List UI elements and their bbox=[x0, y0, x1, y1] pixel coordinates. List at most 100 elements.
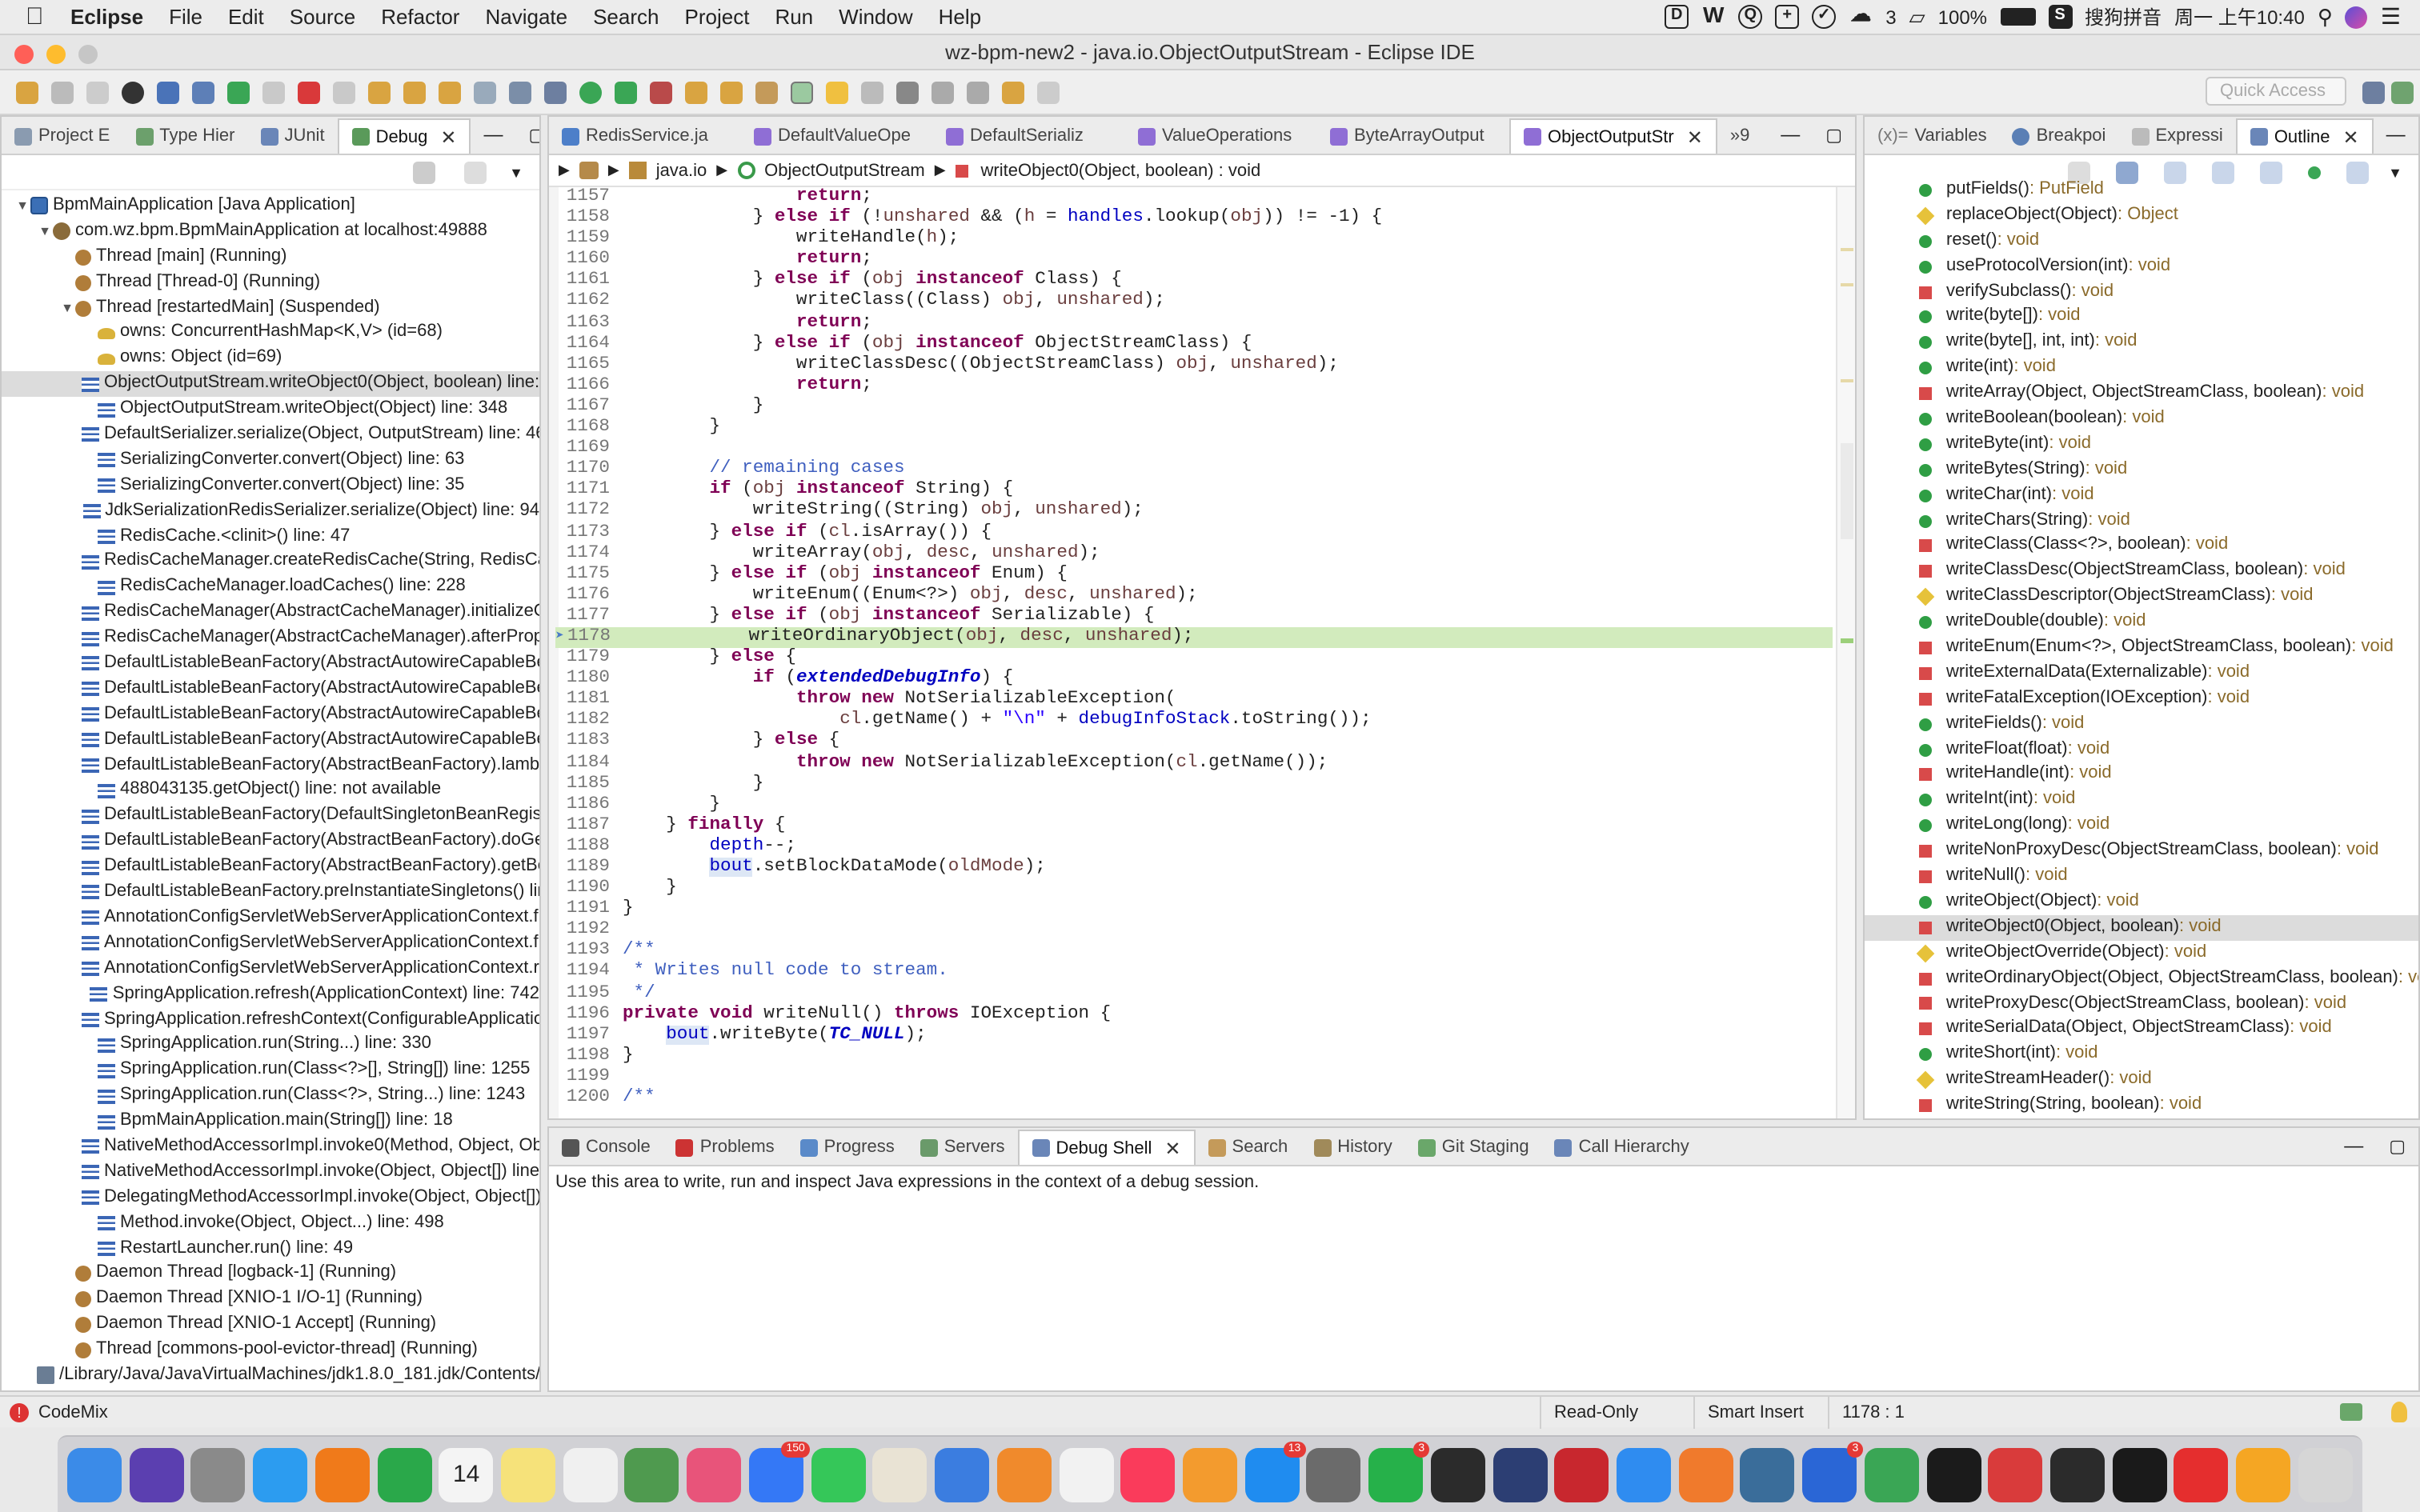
debug-tree-node[interactable]: RedisCacheManager.loadCaches() line: 228 bbox=[2, 575, 539, 601]
debug-tree-node[interactable]: RedisCache.<clinit>() line: 47 bbox=[2, 524, 539, 550]
outline-item[interactable]: writeFields() : void bbox=[1865, 711, 2418, 737]
debug-tree-node[interactable]: ▼ Thread [restartedMain] (Suspended) bbox=[2, 295, 539, 321]
show-whitespace-icon[interactable] bbox=[861, 81, 883, 103]
source-code[interactable]: 1157 return; 1158 } else if (!unshared &&… bbox=[555, 187, 1833, 1109]
outline-item[interactable]: writeClassDescriptor(ObjectStreamClass) … bbox=[1865, 585, 2418, 610]
code-line[interactable]: 1196 private void writeNull() throws IOEx… bbox=[555, 1004, 1833, 1025]
search-toolbar-icon[interactable] bbox=[755, 81, 778, 103]
close-icon[interactable]: ✕ bbox=[2343, 119, 2359, 154]
editor-tab[interactable]: DefaultValueOpe bbox=[741, 118, 933, 154]
debug-tree-node[interactable]: Method.invoke(Object, Object...) line: 4… bbox=[2, 1210, 539, 1236]
outline-item[interactable]: writeString(String, boolean) : void bbox=[1865, 1093, 2418, 1118]
dock-app-icon[interactable] bbox=[2050, 1447, 2105, 1502]
cursor-position[interactable]: 1178 : 1 bbox=[1828, 1397, 1988, 1429]
editor-tab[interactable]: DefaultSerializ bbox=[933, 118, 1125, 154]
bottom-tab-console[interactable]: Console bbox=[549, 1130, 663, 1165]
debug-tree-node[interactable]: DefaultListableBeanFactory(AbstractAutow… bbox=[2, 702, 539, 728]
dock-app-icon[interactable] bbox=[624, 1447, 679, 1502]
codemix-label[interactable]: CodeMix bbox=[38, 1397, 108, 1429]
open-type-icon[interactable] bbox=[685, 81, 707, 103]
code-line[interactable]: 1165 writeClassDesc((ObjectStreamClass) … bbox=[555, 355, 1833, 376]
code-line[interactable]: 1183 } else { bbox=[555, 732, 1833, 753]
minimize-icon[interactable]: — bbox=[471, 123, 516, 154]
ime-label[interactable]: 搜狗拼音 bbox=[2085, 3, 2162, 30]
skip-breakpoints-icon[interactable] bbox=[192, 81, 214, 103]
dock-app-icon[interactable] bbox=[1306, 1447, 1361, 1502]
code-line[interactable]: 1200 /** bbox=[555, 1088, 1833, 1109]
outline-item[interactable]: writeSerialData(Object, ObjectStreamClas… bbox=[1865, 1017, 2418, 1042]
save-all-icon[interactable] bbox=[86, 81, 109, 103]
code-line[interactable]: 1198} bbox=[555, 1046, 1833, 1067]
bottom-tab-progress[interactable]: Progress bbox=[787, 1130, 908, 1165]
code-line[interactable]: 1172 writeString((String) obj, unshared)… bbox=[555, 502, 1833, 522]
breadcrumb-method[interactable]: writeObject0(Object, boolean) : void bbox=[981, 161, 1261, 180]
perspective-java-icon[interactable] bbox=[2362, 82, 2385, 104]
maximize-icon[interactable]: ▢ bbox=[1813, 125, 1855, 154]
code-line[interactable]: 1179 } else { bbox=[555, 648, 1833, 669]
debug-tree-node[interactable]: DelegatingMethodAccessorImpl.invoke(Obje… bbox=[2, 1185, 539, 1210]
battery-icon[interactable] bbox=[2000, 8, 2036, 26]
minimize-window-button[interactable] bbox=[46, 45, 66, 64]
menu-project[interactable]: Project bbox=[685, 5, 750, 29]
close-icon[interactable]: ✕ bbox=[1164, 1130, 1180, 1165]
debug-tree-node[interactable]: ObjectOutputStream.writeObject(Object) l… bbox=[2, 397, 539, 422]
dock-app-icon[interactable] bbox=[253, 1447, 308, 1502]
status-icon-grid[interactable]: + bbox=[1775, 5, 1800, 29]
breadcrumb-class[interactable]: ObjectOutputStream bbox=[764, 161, 925, 180]
save-icon[interactable] bbox=[51, 81, 74, 103]
breadcrumb-arrow-icon[interactable]: ▶ bbox=[559, 162, 570, 179]
debug-shell-hint[interactable]: Use this area to write, run and inspect … bbox=[549, 1166, 2418, 1198]
tab-variables[interactable]: (x)= Variables bbox=[1865, 118, 2000, 154]
debug-tree-node[interactable]: owns: ConcurrentHashMap<K,V> (id=68) bbox=[2, 321, 539, 346]
sort-icon[interactable] bbox=[2116, 162, 2139, 184]
code-line[interactable]: 1170 // remaining cases bbox=[555, 459, 1833, 480]
clock[interactable]: 周一 上午10:40 bbox=[2174, 3, 2305, 30]
outline-item[interactable]: writeShort(int) : void bbox=[1865, 1042, 2418, 1068]
dock-app-icon[interactable]: 3 bbox=[1368, 1441, 1430, 1502]
siri-icon[interactable] bbox=[2345, 6, 2368, 28]
dock-app-icon[interactable] bbox=[377, 1447, 432, 1502]
code-line[interactable]: 1161 } else if (obj instanceof Class) { bbox=[555, 271, 1833, 292]
menu-run[interactable]: Run bbox=[775, 5, 813, 29]
debug-tree-node[interactable]: DefaultListableBeanFactory(AbstractAutow… bbox=[2, 727, 539, 753]
dock-app-icon[interactable] bbox=[1492, 1447, 1548, 1502]
dock-app-icon[interactable] bbox=[935, 1447, 990, 1502]
pilcrow-icon[interactable] bbox=[896, 81, 919, 103]
debug-tree-node[interactable]: /Library/Java/JavaVirtualMachines/jdk1.8… bbox=[2, 1363, 539, 1389]
debug-tree-node[interactable]: SerializingConverter.convert(Object) lin… bbox=[2, 448, 539, 474]
debug-tree-node[interactable]: JdkSerializationRedisSerializer.serializ… bbox=[2, 498, 539, 524]
toggle-mark-occurrences-icon[interactable] bbox=[791, 81, 813, 103]
debug-tree-node[interactable]: NativeMethodAccessorImpl.invoke0(Method,… bbox=[2, 1134, 539, 1160]
debug-tree-node[interactable]: Daemon Thread [XNIO-1 I/O-1] (Running) bbox=[2, 1287, 539, 1313]
breadcrumb-package[interactable]: java.io bbox=[656, 161, 707, 180]
debug-tree-node[interactable]: RedisCacheManager(AbstractCacheManager).… bbox=[2, 601, 539, 626]
debug-tree-node[interactable]: Daemon Thread [logback-1] (Running) bbox=[2, 1262, 539, 1287]
debug-tree-node[interactable]: Thread [main] (Running) bbox=[2, 245, 539, 270]
debug-tree-node[interactable]: DefaultListableBeanFactory(DefaultSingle… bbox=[2, 804, 539, 830]
menu-help[interactable]: Help bbox=[939, 5, 982, 29]
code-line[interactable]: 1164 } else if (obj instanceof ObjectStr… bbox=[555, 334, 1833, 354]
ime-icon[interactable]: S bbox=[2048, 5, 2073, 29]
dock-app-icon[interactable]: 150 bbox=[748, 1441, 810, 1502]
debug-tree-node[interactable]: NativeMethodAccessorImpl.invoke(Object, … bbox=[2, 1160, 539, 1186]
debug-tree-node[interactable]: SerializingConverter.convert(Object) lin… bbox=[2, 474, 539, 499]
code-line[interactable]: 1186 } bbox=[555, 794, 1833, 815]
debug-tree-node[interactable]: ▼ com.wz.bpm.BpmMainApplication at localh… bbox=[2, 219, 539, 245]
debug-tree-node[interactable]: RedisCacheManager.createRedisCache(Strin… bbox=[2, 550, 539, 575]
step-into-icon[interactable] bbox=[368, 81, 391, 103]
code-line[interactable]: 1176 writeEnum((Enum<?>) obj, desc, unsh… bbox=[555, 586, 1833, 606]
menu-window[interactable]: Window bbox=[839, 5, 913, 29]
debug-settings-icon[interactable] bbox=[544, 81, 567, 103]
debug-tree-node[interactable]: Thread [commons-pool-evictor-thread] (Ru… bbox=[2, 1338, 539, 1363]
outline-item[interactable]: writeDouble(double) : void bbox=[1865, 610, 2418, 635]
code-line[interactable]: 1184 throw new NotSerializableException(… bbox=[555, 753, 1833, 774]
bottom-tab-call-hierarchy[interactable]: Call Hierarchy bbox=[1542, 1130, 1702, 1165]
menu-navigate[interactable]: Navigate bbox=[485, 5, 567, 29]
jar-icon[interactable] bbox=[579, 162, 599, 179]
debug-tree-node[interactable]: Thread [Thread-0] (Running) bbox=[2, 270, 539, 295]
debug-tree-node[interactable]: BpmMainApplication.main(String[]) line: … bbox=[2, 1109, 539, 1134]
code-line[interactable]: 1173 } else if (cl.isArray()) { bbox=[555, 522, 1833, 543]
disconnect-icon[interactable] bbox=[333, 81, 355, 103]
zoom-window-button[interactable] bbox=[78, 45, 98, 64]
wifi-icon[interactable]: ▱ bbox=[1909, 4, 1925, 30]
